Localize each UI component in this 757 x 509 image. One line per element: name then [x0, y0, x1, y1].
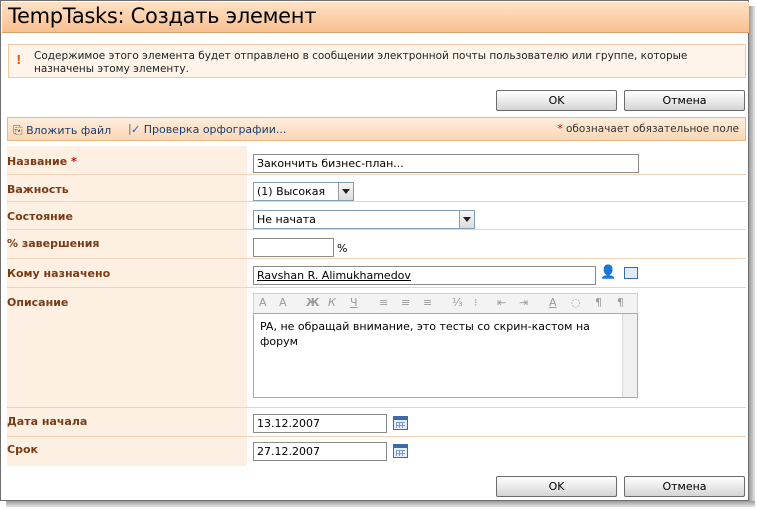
label-description: Описание	[7, 296, 69, 309]
bullet-list-icon[interactable]: ⁝	[474, 296, 478, 309]
priority-value: (1) Высокая	[257, 185, 326, 198]
text-color-icon[interactable]: A	[549, 296, 557, 309]
start-date-input[interactable]: 13.12.2007	[253, 414, 387, 433]
chevron-down-icon	[459, 211, 474, 228]
label-start-date: Дата начала	[7, 415, 88, 428]
row-percent: % завершения %	[7, 230, 747, 259]
description-text: PA, не обращай внимание, это тесты со ск…	[260, 320, 590, 348]
attach-file-label: Вложить файл	[26, 124, 112, 137]
bold-icon[interactable]: Ж	[306, 296, 319, 309]
new-item-form: Название * Закончить бизнес-план... Важн…	[7, 146, 747, 466]
assigned-user: Ravshan R. Alimukhamedov	[257, 269, 411, 282]
description-editor[interactable]: PA, не обращай внимание, это тесты со ск…	[253, 313, 638, 398]
italic-icon[interactable]: К	[328, 296, 336, 309]
label-assigned: Кому назначено	[7, 267, 111, 280]
ok-button-top[interactable]: OK	[496, 90, 617, 111]
status-value: Не начата	[257, 213, 316, 226]
align-right-icon[interactable]: ≡	[423, 296, 432, 309]
editor-scrollbar[interactable]	[622, 314, 637, 397]
align-center-icon[interactable]: ≡	[401, 296, 410, 309]
label-priority: Важность	[7, 183, 69, 196]
page-title: TempTasks: Создать элемент	[8, 4, 317, 28]
chevron-down-icon	[338, 183, 353, 200]
calendar-icon[interactable]	[393, 444, 408, 458]
paperclip-icon: ⎘	[13, 123, 23, 137]
row-due-date: Срок 27.12.2007	[7, 437, 747, 466]
label-status: Состояние	[7, 210, 73, 223]
status-select[interactable]: Не начата	[253, 210, 475, 229]
rich-text-toolbar: A A Ж К Ч ≡ ≡ ≡ ⅓ ⁝ ⇤ ⇥ A ◌ ¶ ¶	[253, 293, 638, 313]
row-start-date: Дата начала 13.12.2007	[7, 408, 747, 437]
required-note: * обозначает обязательное поле	[557, 123, 739, 135]
font-icon[interactable]: A	[259, 296, 267, 309]
spellcheck-link[interactable]: ✓ Проверка орфографии...	[131, 123, 286, 136]
percent-input[interactable]	[253, 238, 334, 257]
title-bar: TempTasks: Создать элемент	[2, 2, 749, 33]
ltr-icon[interactable]: ¶	[595, 296, 602, 309]
spellcheck-icon: ✓	[131, 123, 141, 136]
cancel-button-bottom[interactable]: Отмена	[624, 476, 745, 497]
ok-button-bottom[interactable]: OK	[496, 476, 617, 497]
outdent-icon[interactable]: ⇤	[497, 296, 506, 309]
percent-suffix: %	[337, 242, 348, 255]
title-input[interactable]: Закончить бизнес-план...	[253, 154, 639, 173]
row-title: Название * Закончить бизнес-план...	[7, 146, 747, 175]
priority-select[interactable]: (1) Высокая	[253, 182, 354, 201]
row-description: Описание A A Ж К Ч ≡ ≡ ≡ ⅓ ⁝ ⇤ ⇥ A ◌ ¶ ¶	[7, 288, 747, 408]
background-color-icon[interactable]: ◌	[571, 296, 581, 309]
cancel-button-top[interactable]: Отмена	[624, 90, 745, 111]
row-status: Состояние Не начата	[7, 202, 747, 230]
form-toolbar: ⎘ Вложить файл | ✓ Проверка орфографии..…	[7, 117, 746, 141]
indent-icon[interactable]: ⇥	[519, 296, 528, 309]
label-percent: % завершения	[7, 237, 100, 250]
attach-file-link[interactable]: ⎘ Вложить файл	[13, 123, 111, 138]
rtl-icon[interactable]: ¶	[617, 296, 624, 309]
calendar-icon[interactable]	[393, 416, 408, 430]
align-left-icon[interactable]: ≡	[379, 296, 388, 309]
label-title: Название *	[7, 155, 77, 168]
underline-icon[interactable]: Ч	[350, 296, 358, 309]
due-date-input[interactable]: 27.12.2007	[253, 442, 387, 461]
exclamation-icon: !	[16, 53, 22, 67]
font-size-icon[interactable]: A	[279, 296, 287, 309]
address-book-icon[interactable]	[624, 267, 638, 279]
email-notice: ! Содержимое этого элемента будет отправ…	[8, 44, 746, 78]
required-note-text: обозначает обязательное поле	[562, 123, 739, 135]
label-due-date: Срок	[7, 443, 38, 456]
notice-text: Содержимое этого элемента будет отправле…	[34, 50, 688, 75]
row-assigned: Кому назначено Ravshan R. Alimukhamedov …	[7, 259, 747, 288]
assigned-input[interactable]: Ravshan R. Alimukhamedov	[253, 266, 596, 285]
row-priority: Важность (1) Высокая	[7, 175, 747, 202]
check-names-icon[interactable]: 👤	[600, 265, 616, 280]
numbered-list-icon[interactable]: ⅓	[452, 296, 463, 309]
spellcheck-label: Проверка орфографии...	[143, 123, 287, 136]
